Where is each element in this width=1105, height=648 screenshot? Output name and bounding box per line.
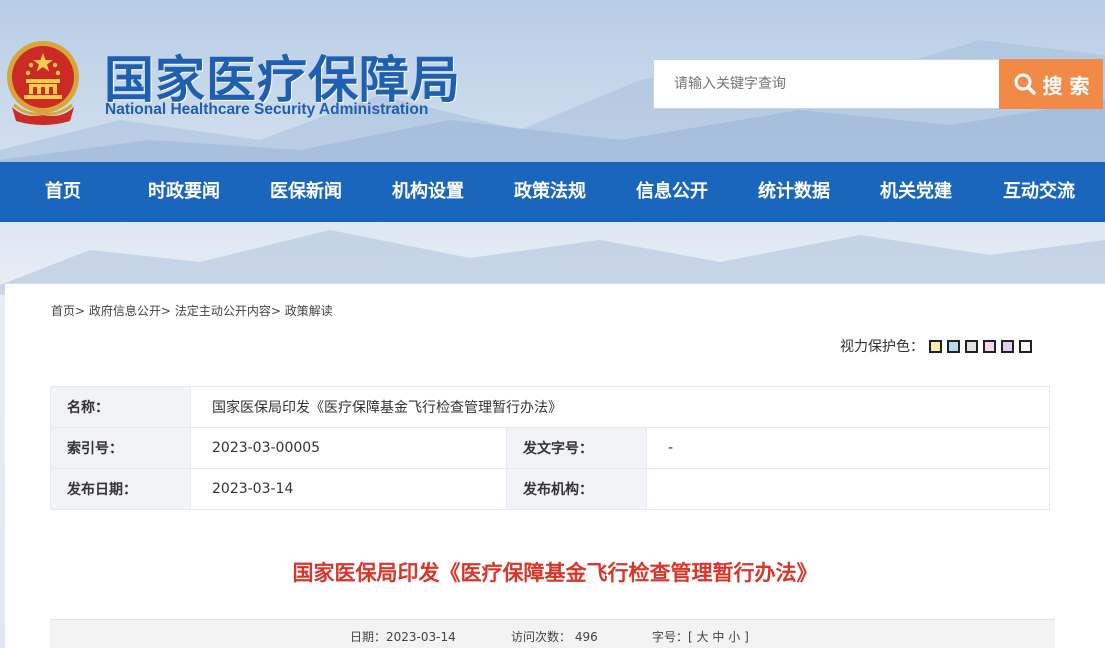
nav-item-interaction[interactable]: 互动交流 — [1003, 162, 1075, 222]
breadcrumb-statutory[interactable]: 法定主动公开内容 — [175, 304, 271, 318]
visits-value: 496 — [574, 630, 598, 644]
date-value: 2023-03-14 — [190, 468, 507, 510]
eye-protect-label: 视力保护色： — [840, 339, 924, 355]
main-nav: 首页 时政要闻 医保新闻 机构设置 政策法规 信息公开 统计数据 机关党建 互动… — [0, 162, 1105, 222]
swatch-gray[interactable] — [965, 339, 978, 353]
nav-item-news[interactable]: 时政要闻 — [148, 162, 220, 222]
nav-item-organization[interactable]: 机构设置 — [392, 162, 464, 222]
breadcrumb-sep: > — [75, 304, 86, 318]
bracket-open: [ — [688, 630, 693, 644]
font-size-control: 字号：[ 大 中 小 ] — [652, 628, 749, 645]
org-label: 发布机构： — [506, 468, 647, 510]
breadcrumb-policy-interp[interactable]: 政策解读 — [285, 304, 333, 318]
breadcrumb-gov-info[interactable]: 政府信息公开 — [89, 304, 161, 318]
site-title-en[interactable]: National Healthcare Security Administrat… — [105, 101, 428, 119]
bracket-close: ] — [744, 630, 749, 644]
swatch-purple[interactable] — [1001, 339, 1014, 353]
document-meta-table: 名称： 国家医保局印发《医疗保障基金飞行检查管理暂行办法》 索引号： 2023-… — [50, 386, 1050, 510]
font-size-small[interactable]: 小 — [728, 630, 740, 644]
nav-item-statistics[interactable]: 统计数据 — [758, 162, 830, 222]
org-value — [646, 468, 1050, 510]
nav-item-info-disclosure[interactable]: 信息公开 — [636, 162, 708, 222]
doc-no-value: - — [646, 427, 1050, 469]
index-value: 2023-03-00005 — [190, 427, 507, 469]
content-panel: 首页> 政府信息公开> 法定主动公开内容> 政策解读 视力保护色： 名称： 国家… — [5, 283, 1105, 648]
name-value: 国家医保局印发《医疗保障基金飞行检查管理暂行办法》 — [190, 386, 1050, 428]
table-row: 发布日期： 2023-03-14 发布机构： — [50, 468, 1050, 510]
date-label: 发布日期： — [50, 468, 191, 510]
search-icon — [1014, 73, 1036, 95]
search-box — [653, 59, 1000, 109]
font-size-label: 字号： — [652, 630, 689, 644]
swatch-blue[interactable] — [947, 339, 960, 353]
table-row: 索引号： 2023-03-00005 发文字号： - — [50, 427, 1050, 469]
name-label: 名称： — [50, 386, 191, 428]
font-size-medium[interactable]: 中 — [712, 630, 724, 644]
article-date: 日期：2023-03-14 — [350, 628, 456, 645]
nav-item-party[interactable]: 机关党建 — [880, 162, 952, 222]
breadcrumb-home[interactable]: 首页 — [51, 304, 75, 318]
nav-item-policy[interactable]: 政策法规 — [514, 162, 586, 222]
table-row: 名称： 国家医保局印发《医疗保障基金飞行检查管理暂行办法》 — [50, 386, 1050, 428]
breadcrumb-sep: > — [270, 304, 281, 318]
swatch-white[interactable] — [1019, 339, 1032, 353]
doc-no-label: 发文字号： — [506, 427, 647, 469]
swatch-pink[interactable] — [983, 339, 996, 353]
date-label: 日期： — [350, 630, 387, 644]
date-value: 2023-03-14 — [386, 630, 456, 644]
nav-item-healthcare-news[interactable]: 医保新闻 — [270, 162, 342, 222]
search-button-label: 搜 索 — [1042, 73, 1090, 98]
breadcrumb: 首页> 政府信息公开> 法定主动公开内容> 政策解读 — [51, 302, 333, 319]
eye-protect-colors: 视力保护色： — [840, 336, 1032, 356]
visit-count: 访问次数： 496 — [511, 628, 598, 645]
national-emblem-icon[interactable] — [4, 37, 82, 125]
article-info-bar: 日期：2023-03-14 访问次数： 496 字号：[ 大 中 小 ] — [50, 619, 1055, 648]
index-label: 索引号： — [50, 427, 191, 469]
site-header: 国家医疗保障局 National Healthcare Security Adm… — [0, 0, 1105, 162]
search-button[interactable]: 搜 索 — [999, 59, 1103, 109]
nav-item-home[interactable]: 首页 — [45, 162, 81, 222]
font-size-large[interactable]: 大 — [697, 630, 709, 644]
article-title: 国家医保局印发《医疗保障基金飞行检查管理暂行办法》 — [292, 561, 818, 585]
visits-label: 访问次数： — [511, 630, 572, 644]
swatch-yellow[interactable] — [929, 339, 942, 353]
search-input[interactable] — [654, 60, 999, 108]
breadcrumb-sep: > — [160, 304, 171, 318]
